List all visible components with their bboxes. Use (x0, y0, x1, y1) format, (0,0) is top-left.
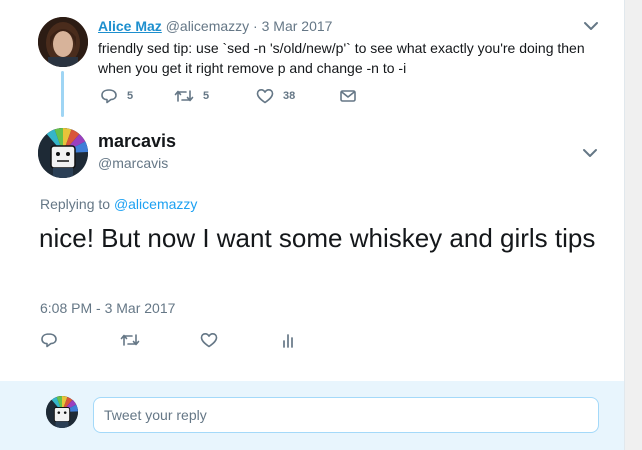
parent-tweet-date[interactable]: 3 Mar 2017 (262, 18, 333, 34)
like-count: 38 (283, 90, 296, 102)
main-tweet-text: nice! But now I want some whiskey and gi… (39, 223, 596, 253)
parent-tweet-header: Alice Maz @alicemazzy · 3 Mar 2017 (98, 17, 332, 35)
reply-action[interactable] (40, 332, 120, 348)
main-tweet-actions (40, 332, 296, 348)
retweet-action[interactable] (120, 332, 200, 348)
avatar[interactable] (38, 17, 88, 67)
page-background-edge (624, 0, 642, 450)
main-author-name[interactable]: marcavis (98, 131, 176, 152)
retweet-action[interactable]: 5 (174, 88, 256, 104)
reply-count: 5 (127, 90, 134, 102)
retweet-count: 5 (203, 90, 210, 102)
direct-message-action[interactable] (339, 88, 357, 104)
replying-to-label: Replying to (40, 196, 111, 212)
chevron-down-icon[interactable] (582, 146, 598, 158)
separator-dot: · (253, 18, 258, 34)
replying-to-line: Replying to @alicemazzy (40, 196, 197, 212)
analytics-action[interactable] (280, 332, 296, 348)
retweet-icon (120, 332, 140, 348)
reply-input[interactable]: Tweet your reply (93, 397, 599, 433)
like-icon (256, 88, 274, 104)
parent-tweet-actions: 5 5 38 (100, 88, 357, 104)
analytics-icon (280, 332, 296, 348)
like-icon (200, 332, 218, 348)
replying-to-handle-link[interactable]: @alicemazzy (114, 196, 197, 212)
direct-message-icon (339, 88, 357, 104)
reply-action[interactable]: 5 (100, 88, 174, 104)
reply-input-placeholder: Tweet your reply (104, 407, 207, 423)
reply-icon (40, 332, 58, 348)
parent-author-handle[interactable]: @alicemazzy (166, 18, 249, 34)
like-action[interactable]: 38 (256, 88, 339, 104)
retweet-icon (174, 88, 194, 104)
tweet-detail-panel: Alice Maz @alicemazzy · 3 Mar 2017 frien… (0, 0, 624, 450)
tweet-timestamp[interactable]: 6:08 PM - 3 Mar 2017 (40, 300, 175, 316)
like-action[interactable] (200, 332, 280, 348)
marcavis-avatar-image (38, 128, 88, 178)
avatar[interactable] (38, 128, 88, 178)
thread-connector-line (61, 71, 64, 117)
parent-author-name[interactable]: Alice Maz (98, 18, 162, 34)
reply-icon (100, 88, 118, 104)
main-author-handle[interactable]: @marcavis (98, 155, 168, 171)
avatar (46, 396, 78, 428)
alice-avatar-image (38, 17, 88, 67)
parent-tweet-text: friendly sed tip: use `sed -n 's/old/new… (98, 40, 585, 76)
chevron-down-icon[interactable] (583, 19, 599, 31)
current-user-avatar-image (46, 396, 78, 428)
